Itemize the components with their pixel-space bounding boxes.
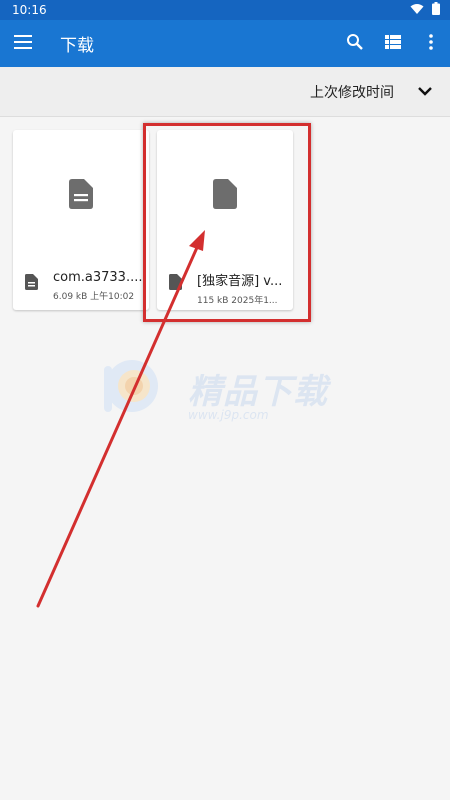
search-button[interactable] — [336, 20, 374, 67]
sort-label: 上次修改时间 — [310, 84, 394, 101]
watermark-brand: 精品下载 — [188, 372, 328, 412]
status-time: 10:16 — [12, 3, 47, 17]
file-name: com.a3733.... — [53, 270, 143, 285]
view-toggle-button[interactable] — [374, 20, 412, 67]
status-icons — [410, 2, 440, 18]
watermark: 精品下载 www.j9p.com — [100, 356, 360, 426]
document-icon — [69, 179, 93, 213]
status-bar: 10:16 — [0, 0, 450, 20]
sort-bar[interactable]: 上次修改时间 — [0, 67, 450, 117]
battery-icon — [432, 2, 440, 18]
highlight-box — [143, 123, 311, 322]
chevron-down-icon[interactable] — [418, 84, 432, 100]
more-options-button[interactable] — [412, 20, 450, 67]
file-info: com.a3733.... 6.09 kB 上午10:02 — [13, 270, 149, 302]
watermark-url: www.j9p.com — [188, 408, 269, 422]
file-card[interactable]: com.a3733.... 6.09 kB 上午10:02 — [13, 130, 149, 310]
document-small-icon — [25, 274, 43, 302]
menu-icon — [14, 34, 32, 53]
menu-button[interactable] — [0, 20, 46, 67]
wifi-icon — [410, 3, 424, 18]
list-view-icon — [385, 34, 401, 53]
file-preview — [13, 130, 149, 262]
page-title: 下载 — [60, 36, 94, 56]
watermark-logo-icon — [104, 360, 158, 412]
search-icon — [346, 33, 364, 55]
app-bar: 下载 — [0, 20, 450, 67]
file-meta: 6.09 kB 上午10:02 — [53, 292, 135, 302]
more-vert-icon — [429, 33, 433, 54]
